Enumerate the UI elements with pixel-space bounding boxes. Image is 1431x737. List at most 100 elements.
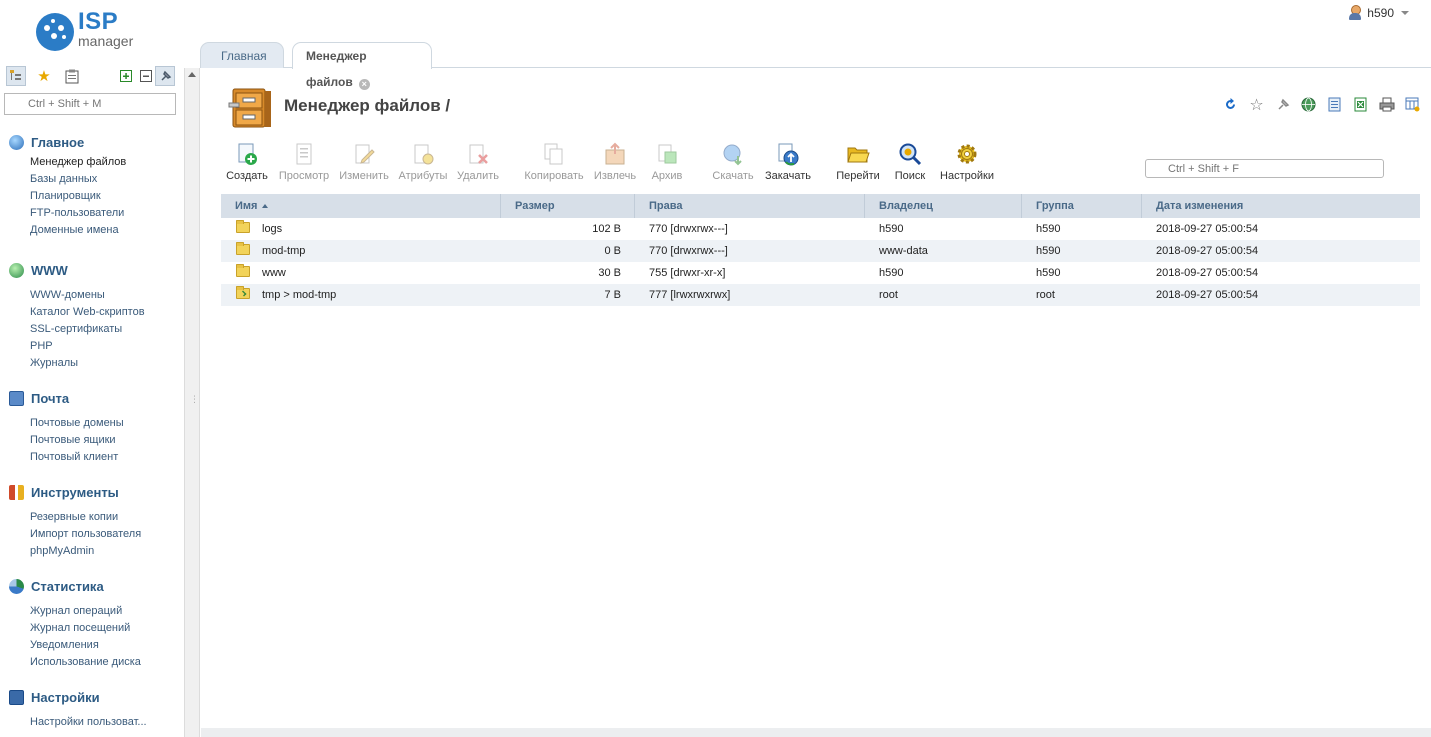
edit-button[interactable]: Изменить — [337, 142, 391, 182]
sidebar-item-scheduler[interactable]: Планировщик — [30, 188, 184, 205]
scroll-up-icon[interactable] — [188, 72, 196, 77]
cell-size: 7 B — [604, 289, 621, 301]
section-main: Главное Менеджер файлов Базы данных План… — [0, 132, 184, 239]
folder-link-icon — [236, 286, 250, 299]
table-row[interactable]: mod-tmp 0 B 770 [drwxrwx---] www-data h5… — [221, 240, 1420, 262]
upload-icon — [776, 142, 800, 166]
print-icon[interactable] — [1378, 96, 1395, 113]
edit-icon — [352, 142, 376, 166]
download-button[interactable]: Скачать — [710, 142, 756, 182]
column-header-size[interactable]: Размер — [501, 194, 635, 218]
sidebar-item-file-manager[interactable]: Менеджер файлов — [30, 154, 184, 171]
goto-label: Перейти — [836, 170, 880, 182]
table-row[interactable]: logs 102 B 770 [drwxrwx---] h590 h590 20… — [221, 218, 1420, 240]
goto-button[interactable]: Перейти — [834, 142, 882, 182]
search-button[interactable]: Поиск — [890, 142, 930, 182]
favorites-star-icon[interactable]: ★ — [34, 66, 54, 86]
isp-manager-logo[interactable]: ISP manager — [34, 8, 154, 53]
cell-permissions: 770 [drwxrwx---] — [649, 223, 728, 235]
attributes-label: Атрибуты — [398, 170, 448, 182]
view-button[interactable]: Просмотр — [277, 142, 331, 182]
section-header-statistics[interactable]: Статистика — [0, 576, 184, 596]
main-content: Менеджер файлов / ☆ Создать Просмотр Изм… — [201, 68, 1431, 737]
excel-export-icon[interactable] — [1352, 96, 1369, 113]
column-header-permissions[interactable]: Права — [635, 194, 865, 218]
sort-ascending-icon — [262, 204, 269, 208]
star-icon[interactable]: ☆ — [1248, 96, 1265, 114]
file-table: Имя Размер Права Владелец Группа Дата из… — [221, 194, 1420, 306]
table-row[interactable]: tmp > mod-tmp 7 B 777 [lrwxrwxrwx] root … — [221, 284, 1420, 306]
section-title: Инструменты — [31, 484, 119, 500]
user-menu[interactable]: h590 — [1348, 5, 1409, 20]
globe-icon[interactable] — [1300, 96, 1317, 113]
table-row[interactable]: www 30 B 755 [drwxr-xr-x] h590 h590 2018… — [221, 262, 1420, 284]
sidebar-item-disk-usage[interactable]: Использование диска — [30, 654, 184, 671]
column-header-owner[interactable]: Владелец — [865, 194, 1022, 218]
create-button[interactable]: Создать — [222, 142, 272, 182]
file-name: mod-tmp — [262, 245, 306, 257]
tab-home-label: Главная — [221, 49, 267, 63]
refresh-icon[interactable] — [1222, 96, 1239, 113]
section-header-mail[interactable]: Почта — [0, 388, 184, 408]
section-header-tools[interactable]: Инструменты — [0, 482, 184, 502]
extract-button[interactable]: Извлечь — [592, 142, 638, 182]
table-filter-input[interactable] — [1145, 159, 1384, 178]
sidebar-item-domain-names[interactable]: Доменные имена — [30, 222, 184, 239]
expand-all-icon[interactable] — [116, 66, 136, 86]
section-title: Настройки — [31, 689, 100, 705]
sidebar-item-visits-log[interactable]: Журнал посещений — [30, 620, 184, 637]
sidebar-item-www-domains[interactable]: WWW-домены — [30, 287, 184, 304]
collapse-all-icon[interactable] — [136, 66, 156, 86]
sidebar-item-ssl-certificates[interactable]: SSL-сертификаты — [30, 321, 184, 338]
archive-icon — [655, 142, 679, 166]
section-settings: Настройки Настройки пользоват... — [0, 687, 184, 731]
cell-owner: root — [879, 289, 898, 301]
section-header-www[interactable]: WWW — [0, 260, 184, 280]
sidebar-item-php[interactable]: PHP — [30, 338, 184, 355]
copy-icon — [542, 142, 566, 166]
copy-button[interactable]: Копировать — [522, 142, 586, 182]
extract-icon — [603, 142, 627, 166]
sidebar-splitter[interactable]: ⋮ — [184, 68, 200, 737]
column-header-group[interactable]: Группа — [1022, 194, 1142, 218]
delete-button[interactable]: Удалить — [454, 142, 502, 182]
sidebar-toolbar: ★ — [6, 66, 176, 88]
sidebar-item-mail-domains[interactable]: Почтовые домены — [30, 415, 184, 432]
sidebar-item-notifications[interactable]: Уведомления — [30, 637, 184, 654]
column-header-name[interactable]: Имя — [221, 194, 501, 218]
cell-name: mod-tmp — [221, 240, 501, 262]
clipboard-icon[interactable] — [62, 66, 82, 86]
column-header-modified[interactable]: Дата изменения — [1142, 194, 1420, 218]
tab-home[interactable]: Главная — [200, 42, 284, 68]
table-settings-icon[interactable] — [1404, 96, 1421, 113]
sidebar-item-phpmyadmin[interactable]: phpMyAdmin — [30, 543, 184, 560]
sidebar-search-input[interactable] — [4, 93, 176, 115]
sidebar-item-user-import[interactable]: Импорт пользователя — [30, 526, 184, 543]
sidebar-item-logs[interactable]: Журналы — [30, 355, 184, 372]
sidebar-item-ftp-users[interactable]: FTP-пользователи — [30, 205, 184, 222]
section-header-settings[interactable]: Настройки — [0, 687, 184, 707]
folder-icon — [236, 242, 250, 255]
upload-button[interactable]: Закачать — [762, 142, 814, 182]
cell-group: h590 — [1036, 223, 1061, 235]
tree-view-icon[interactable] — [6, 66, 26, 86]
gear-icon — [955, 142, 979, 166]
attributes-button[interactable]: Атрибуты — [397, 142, 449, 182]
section-header-main[interactable]: Главное — [0, 132, 184, 152]
sidebar-item-user-settings[interactable]: Настройки пользоват... — [30, 714, 184, 731]
column-header-label: Группа — [1036, 200, 1074, 212]
archive-button[interactable]: Архив — [644, 142, 690, 182]
sidebar-item-backups[interactable]: Резервные копии — [30, 509, 184, 526]
sidebar-item-mail-client[interactable]: Почтовый клиент — [30, 449, 184, 466]
cell-size: 0 B — [604, 245, 621, 257]
settings-button[interactable]: Настройки — [938, 142, 996, 182]
pin-icon[interactable] — [1274, 96, 1291, 113]
sidebar-item-databases[interactable]: Базы данных — [30, 171, 184, 188]
sidebar-item-web-scripts[interactable]: Каталог Web-скриптов — [30, 304, 184, 321]
pin-icon[interactable] — [155, 66, 175, 86]
delete-label: Удалить — [457, 170, 499, 182]
document-icon[interactable] — [1326, 96, 1343, 113]
tab-file-manager[interactable]: Менеджер файлов × — [292, 42, 432, 90]
sidebar-item-mailboxes[interactable]: Почтовые ящики — [30, 432, 184, 449]
sidebar-item-operations-log[interactable]: Журнал операций — [30, 603, 184, 620]
